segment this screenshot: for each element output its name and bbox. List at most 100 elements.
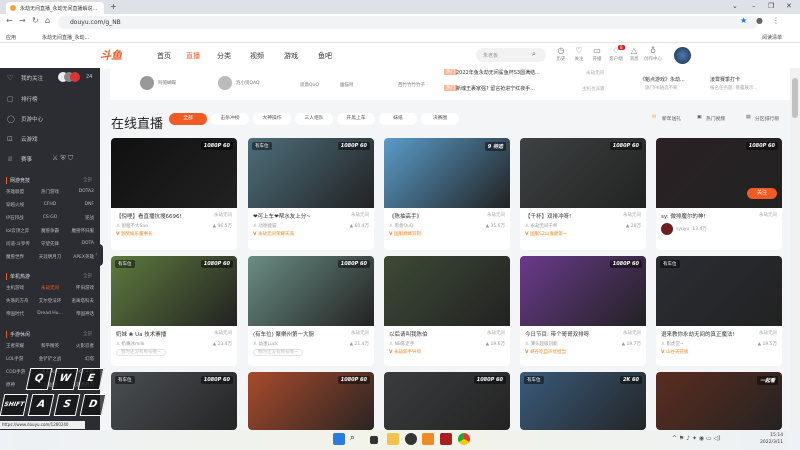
stream-title[interactable]: 【千杯】双排冲呀!	[525, 212, 571, 220]
nav-games[interactable]: 游戏	[284, 51, 298, 61]
filter-chip[interactable]: 妹纸	[379, 113, 417, 125]
hot-video-link[interactable]: 热门视频	[706, 115, 725, 122]
game-link[interactable]: CFHD	[35, 202, 64, 208]
game-link[interactable]: 永劫无间	[35, 285, 64, 291]
stream-card[interactable]: 有车位 1080P 60 奶妹 ❀ Ua 技术寨播 永劫无间 ♙ 奶嘴冰milk ▲ 23…	[111, 256, 237, 366]
stream-card[interactable]: 1080P 60 (有车位) 聚樂州第一大厨 永劫无间 ♙ 幼患Luck ▲ 21.4万…	[248, 256, 374, 366]
follow-button[interactable]: ♡ 关注	[569, 46, 589, 62]
bookmark-star-icon[interactable]: ★	[740, 16, 747, 25]
douyu-logo[interactable]: 斗鱼	[100, 47, 132, 63]
game-link[interactable]: 守望先锋	[35, 241, 64, 247]
streamer-name[interactable]: 西竹竹竹竹子	[398, 82, 425, 88]
streamer-name[interactable]: 影虎堂~	[666, 342, 683, 347]
search-taskbar-icon[interactable]: ⌕	[350, 433, 362, 445]
streamer-avatar[interactable]	[661, 223, 673, 235]
game-link[interactable]: 主机游戏	[6, 285, 35, 291]
filter-chip[interactable]: 决赛圈	[421, 113, 459, 125]
stream-thumbnail[interactable]: 1080P 60	[384, 372, 510, 430]
clock[interactable]: 15:14 2022/3/11	[760, 432, 783, 446]
app-icon[interactable]	[440, 433, 452, 445]
streamer-name[interactable]: 阿帽蝴蝶	[158, 80, 176, 86]
start-icon[interactable]	[333, 433, 345, 445]
streamer-avatar[interactable]	[218, 76, 232, 90]
stream-title[interactable]: 【倪哩】看直播抗搜6696!	[116, 212, 182, 220]
stream-card[interactable]: 1080P 60 今日节目: 带个哥哥双排呀 永劫无间 ♙ 薄头超级刘能 ▲ 19.7万…	[520, 256, 646, 366]
streamer-name[interactable]: 幼患Luck	[258, 342, 277, 347]
collapse-sidebar-button[interactable]: ‹	[95, 244, 103, 266]
stream-card[interactable]: 1080P 60 【倪哩】看直播抗搜6696! 永劫无间 ♙ 倪哩不大Sao ▲ 96.…	[111, 138, 237, 250]
sidebar-item-cloudgame[interactable]: ⊡ 云游戏	[7, 135, 38, 143]
stream-card[interactable]: 以后请叫我陈伯 永劫无间 ♙ NB陈定手 ▲ 19.6万 V 永劫新手导师	[384, 256, 510, 366]
stream-thumbnail[interactable]: 有车位 1080P 60	[248, 138, 374, 208]
stream-title[interactable]: 奶妹 ❀ Ua 技术寨播	[116, 330, 166, 338]
game-link[interactable]: 和平精英	[35, 343, 64, 349]
profile-icon[interactable]: ●	[756, 16, 763, 25]
game-link[interactable]: 失落的方舟	[6, 298, 35, 304]
restore-icon[interactable]: ❐	[768, 2, 774, 10]
game-link[interactable]: 怀旧游戏	[65, 285, 94, 291]
task-view-icon[interactable]	[370, 436, 378, 444]
stream-card[interactable]: 1080P 60 【千杯】双排冲呀! 永劫无间 ♙ 永劫无间千杯 ▲ 28万 V 国服S2…	[520, 138, 646, 250]
close-icon[interactable]: ✕	[786, 2, 792, 10]
stream-card[interactable]: 1080P 60	[248, 372, 374, 430]
game-link[interactable]: 逆战	[65, 215, 94, 221]
browser-tab[interactable]: 永劫无间直播_永劫无间直播解说...	[6, 2, 104, 14]
reload-icon[interactable]: ↻	[32, 16, 39, 25]
stream-thumbnail[interactable]: 1080P 60	[520, 256, 646, 326]
nav-home[interactable]: 首页	[157, 51, 171, 61]
streamer-name[interactable]: 功德能猫	[258, 224, 276, 229]
stream-card[interactable]: 有车位 退来教你永劫无间的真正魔法! 永劫无间 ♙ 影虎堂~ ▲ 19.5万 V 山谷天花…	[656, 256, 782, 366]
game-link[interactable]: lol云顶之弈	[6, 228, 35, 234]
streamer-name[interactable]: 思意QuQ	[394, 224, 413, 229]
stream-title[interactable]: sy: 微排魔尔的神!	[661, 212, 706, 220]
news-link[interactable]: 新魂王裹家强? 留言抢进宁红夜手...	[456, 85, 535, 92]
sidebar-item-rank[interactable]: ▢ 排行榜	[7, 95, 38, 103]
stream-title[interactable]: ❤可上车❤帮水友上分~	[253, 212, 311, 220]
new-year-gift-link[interactable]: 新年送礼	[662, 115, 681, 122]
streamer-name[interactable]: 幽猫阿	[340, 82, 354, 88]
game-link[interactable]: 帝国神话	[65, 311, 94, 317]
stream-card[interactable]: 有车位 1080P 60 ❤可上车❤帮水友上分~ 永劫无间 ♙ 功德能猫 ▲ 60.4万 V…	[248, 138, 374, 250]
event-title[interactable]: 凌霄赛季打卡	[710, 76, 740, 83]
tab-search-icon[interactable]: ⌄	[732, 2, 738, 10]
game-link[interactable]: DOTA	[65, 241, 95, 247]
streamer-name[interactable]: 奶嘴冰milk	[121, 342, 144, 347]
game-link[interactable]: 幻塔	[65, 356, 94, 362]
stream-thumbnail[interactable]: 9 待选	[384, 138, 510, 208]
new-tab-button[interactable]: +	[110, 2, 117, 11]
stream-thumbnail[interactable]: 1080P 60	[248, 372, 374, 430]
game-link[interactable]: 艾尔登法环	[35, 298, 64, 304]
nav-category[interactable]: 分类	[217, 51, 231, 61]
stream-thumbnail[interactable]: 有车位 1080P 60	[111, 256, 237, 326]
game-link[interactable]: 魔兽世界	[6, 254, 35, 260]
stream-card[interactable]: 1080P 60	[384, 372, 510, 430]
nav-fishbar[interactable]: 鱼吧	[318, 51, 332, 61]
stream-thumbnail[interactable]: 1080P 60	[520, 138, 646, 208]
game-link[interactable]: 帝国时代	[6, 311, 35, 317]
game-link[interactable]: 英雄联盟	[6, 189, 35, 195]
filter-chip[interactable]: 大神操作	[253, 113, 291, 125]
url-field[interactable]: douyu.com/g_NB	[58, 16, 758, 29]
streamer-name[interactable]: NB陈定手	[394, 342, 414, 347]
broadcast-button[interactable]: ▭ 开播	[587, 46, 607, 62]
streamer-avatar[interactable]	[140, 76, 154, 90]
stream-title[interactable]: 今日节目: 带个哥哥双排呀	[525, 330, 589, 338]
scrollbar[interactable]	[790, 68, 800, 430]
stream-thumbnail[interactable]: 有车位 1080P 60	[111, 372, 237, 430]
game-link[interactable]: LOL手游	[6, 356, 35, 362]
messages-button[interactable]: △ 消息	[624, 46, 644, 62]
section-all-link[interactable]: 全部	[83, 331, 92, 337]
stream-title[interactable]: 《陈抽高手》	[389, 212, 422, 220]
game-link[interactable]: 魔兽争霸	[35, 228, 64, 234]
game-link[interactable]: CS:GO	[35, 215, 64, 221]
minimize-icon[interactable]: –	[752, 2, 756, 10]
streamer-name[interactable]: 薄头超级刘能	[530, 342, 557, 347]
filter-chip[interactable]: 开黑上车	[337, 113, 375, 125]
follow-button[interactable]: 关注	[747, 188, 777, 199]
back-icon[interactable]: ←	[6, 16, 13, 25]
creator-center-button[interactable]: ♁ 创作中心	[643, 46, 663, 62]
game-link[interactable]: DNF	[65, 202, 94, 208]
stream-title[interactable]: 以后请叫我陈伯	[389, 330, 428, 338]
search-icon[interactable]: ⌕	[532, 50, 536, 59]
sidebar-item-esports[interactable]: ♕ 赛事	[7, 155, 32, 163]
